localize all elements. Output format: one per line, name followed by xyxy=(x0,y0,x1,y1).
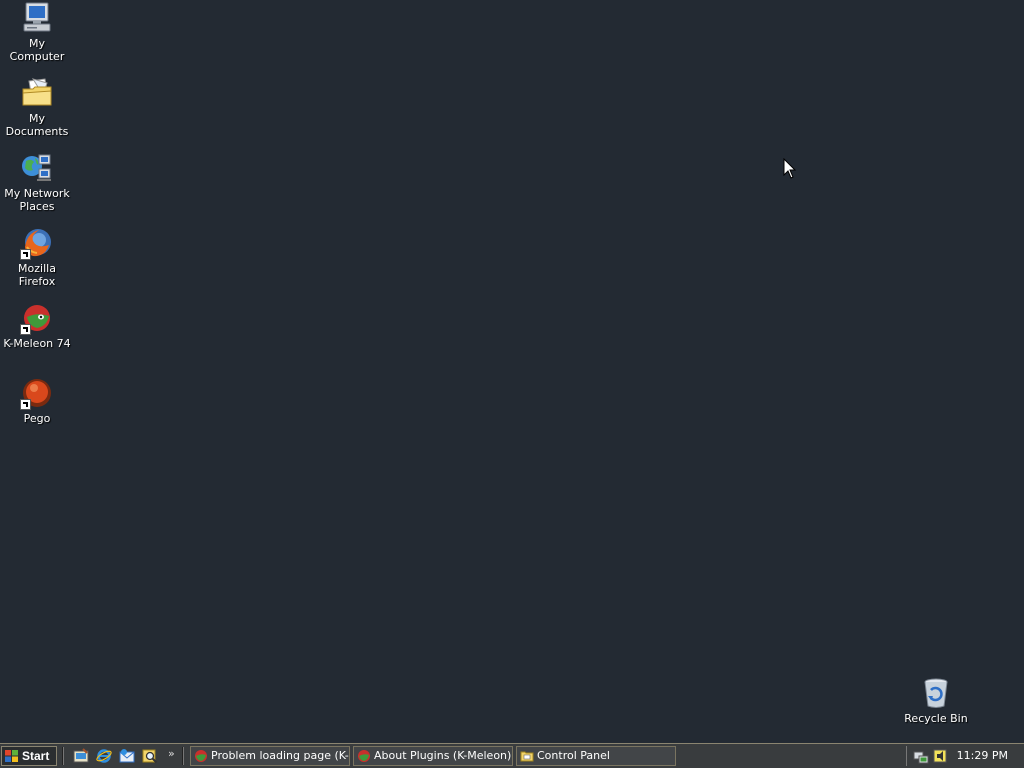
recycle-bin-icon xyxy=(920,677,952,709)
show-desktop-icon[interactable] xyxy=(73,748,89,764)
desktop-icon-mozilla-firefox[interactable]: Mozilla Firefox xyxy=(0,227,74,288)
system-tray: 11:29 PM xyxy=(906,746,1022,766)
shortcut-arrow-icon xyxy=(20,249,31,260)
quicklaunch-overflow-button[interactable]: » xyxy=(168,747,175,760)
network-tray-icon[interactable] xyxy=(913,748,929,764)
kmeleon-icon xyxy=(358,750,370,762)
firefox-icon xyxy=(20,227,53,260)
desktop-icon-label: Mozilla Firefox xyxy=(18,262,56,288)
desktop-icon-label: Pego xyxy=(23,412,51,425)
documents-folder-icon xyxy=(21,77,53,109)
taskbar: Start » Problem loading page (K-... Abou… xyxy=(0,743,1024,768)
desktop-icon-my-documents[interactable]: My Documents xyxy=(0,77,74,138)
desktop: My Computer My Documents My Network Plac… xyxy=(0,0,1024,743)
shortcut-arrow-icon xyxy=(20,399,31,410)
task-button-control-panel[interactable]: Control Panel xyxy=(516,746,676,766)
taskbar-separator xyxy=(182,747,184,765)
mouse-cursor-icon xyxy=(783,158,797,179)
task-button-problem-loading[interactable]: Problem loading page (K-... xyxy=(190,746,350,766)
desktop-icon-pego[interactable]: Pego xyxy=(0,377,74,425)
volume-tray-icon[interactable] xyxy=(932,748,948,764)
outlook-icon[interactable] xyxy=(119,748,135,764)
computer-icon xyxy=(21,2,53,34)
desktop-icon-label: K-Meleon 74 xyxy=(3,337,71,350)
network-icon xyxy=(21,152,53,184)
pego-icon xyxy=(20,377,53,410)
desktop-icon-label: My Network Places xyxy=(4,187,70,213)
taskbar-separator xyxy=(62,747,64,765)
windows-flag-icon xyxy=(5,750,18,762)
shortcut-arrow-icon xyxy=(20,324,31,335)
desktop-icon-k-meleon[interactable]: K-Meleon 74 xyxy=(0,302,74,350)
desktop-icon-recycle-bin[interactable]: Recycle Bin xyxy=(899,677,973,725)
desktop-icon-label: Recycle Bin xyxy=(904,712,968,725)
task-label: Problem loading page (K-... xyxy=(211,749,350,762)
kmeleon-icon xyxy=(20,302,53,335)
folder-icon xyxy=(520,751,534,762)
search-icon[interactable] xyxy=(142,748,158,764)
task-label: Control Panel xyxy=(537,749,610,762)
desktop-icon-label: My Documents xyxy=(5,112,69,138)
desktop-icon-my-computer[interactable]: My Computer xyxy=(0,2,74,63)
kmeleon-icon xyxy=(195,750,207,762)
desktop-icon-label: My Computer xyxy=(9,37,65,63)
clock[interactable]: 11:29 PM xyxy=(957,749,1008,762)
start-label: Start xyxy=(22,749,50,763)
task-button-about-plugins[interactable]: About Plugins (K-Meleon) xyxy=(353,746,513,766)
start-button[interactable]: Start xyxy=(1,746,57,766)
internet-explorer-icon[interactable] xyxy=(96,748,112,764)
desktop-icon-my-network-places[interactable]: My Network Places xyxy=(0,152,74,213)
task-label: About Plugins (K-Meleon) xyxy=(374,749,512,762)
